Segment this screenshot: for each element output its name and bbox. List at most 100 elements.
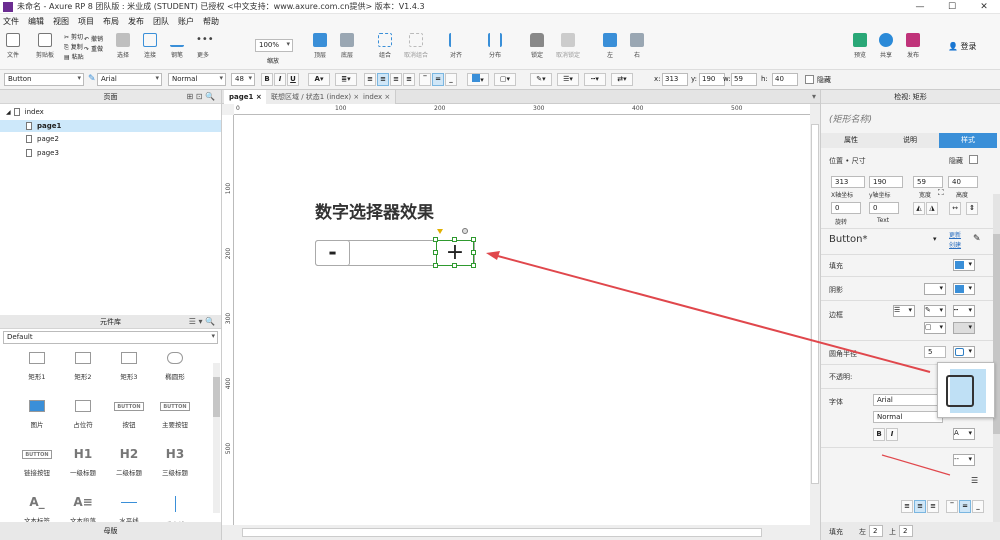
redo-button[interactable]: ↷ 重做 <box>84 45 103 55</box>
italic-button[interactable]: I <box>274 73 286 86</box>
file-button[interactable]: 文件 <box>6 33 20 59</box>
bring-front-button[interactable]: 顶层 <box>313 33 327 59</box>
tab-properties[interactable]: 属性 <box>821 133 881 148</box>
pages-panel-actions[interactable]: ⊞ ⊡ 🔍 <box>187 92 215 101</box>
weight-select[interactable]: Normal <box>168 73 226 86</box>
maximize-button[interactable]: ☐ <box>936 0 968 14</box>
menu-project[interactable]: 项目 <box>78 16 94 27</box>
menu-help[interactable]: 帮助 <box>203 16 219 27</box>
library-widget[interactable]: 矩形1 <box>12 349 62 381</box>
inspector-valign-top[interactable]: ‾ <box>946 500 958 513</box>
menu-edit[interactable]: 编辑 <box>28 16 44 27</box>
library-widget[interactable]: BUTTON 按钮 <box>104 397 154 429</box>
library-widget[interactable]: H1 一级标题 <box>58 445 108 477</box>
border-color-picker[interactable]: ✎ <box>924 305 946 317</box>
close-icon[interactable]: × <box>384 93 390 101</box>
corner-radius-handle[interactable] <box>437 229 443 234</box>
resize-handle[interactable] <box>452 237 457 242</box>
shape-name-input[interactable]: (矩形名称) <box>829 112 872 125</box>
menu-layout[interactable]: 布局 <box>103 16 119 27</box>
library-widget[interactable]: A≡ 文本段落 <box>58 493 108 525</box>
login-button[interactable]: 👤 登录 <box>948 41 977 52</box>
library-widget[interactable]: A_ 文本标签 <box>12 493 62 525</box>
copy-button[interactable]: ⎘ 复制 <box>64 43 84 53</box>
hidden-checkbox[interactable] <box>805 75 814 84</box>
canvas-hscroll-thumb[interactable] <box>242 528 762 537</box>
bullet-list-icon[interactable]: ☰ <box>971 476 978 485</box>
valign-middle-button[interactable]: = <box>432 73 444 86</box>
design-canvas[interactable]: 数字选择器效果 - + <box>234 115 810 525</box>
inspector-h-input[interactable]: 40 <box>948 176 978 188</box>
library-widget[interactable]: 矩形3 <box>104 349 154 381</box>
rotate-input[interactable]: 0 <box>831 202 861 214</box>
border-width-picker[interactable]: ☰ <box>893 305 915 317</box>
fit-height-button[interactable]: ⇕ <box>966 202 978 215</box>
arrow-picker[interactable] <box>953 322 975 334</box>
library-scrollbar[interactable] <box>213 363 220 513</box>
border-style-picker[interactable]: ┅ <box>953 305 975 317</box>
font-select[interactable]: Arial <box>97 73 162 86</box>
page-tree-item[interactable]: page3 <box>26 149 59 157</box>
inspector-valign-middle[interactable]: = <box>959 500 971 513</box>
inspector-font-select[interactable]: Arial <box>873 394 943 406</box>
style-name[interactable]: Button* <box>829 234 868 245</box>
resize-handle[interactable] <box>471 263 476 268</box>
undo-button[interactable]: ↶ 撤销 <box>84 35 103 45</box>
padding-left-input[interactable]: 2 <box>869 525 883 537</box>
h-input[interactable]: 40 <box>772 73 798 86</box>
clipboard-button[interactable]: 剪贴板 <box>36 33 54 59</box>
line-width-button[interactable]: ☰▾ <box>557 73 579 86</box>
fill-color-button[interactable]: ▾ <box>467 73 489 86</box>
text-highlight-button[interactable]: ≣▾ <box>335 73 357 86</box>
rotate-handle[interactable] <box>462 228 468 234</box>
style-edit-icon[interactable]: ✎ <box>88 74 96 84</box>
tabs-menu-icon[interactable]: ▾ <box>812 92 816 101</box>
inspector-y-input[interactable]: 190 <box>869 176 903 188</box>
library-widget[interactable]: 占位符 <box>58 397 108 429</box>
flip-vertical-button[interactable]: ◮ <box>926 202 938 215</box>
create-style-link[interactable]: 创建 <box>949 240 961 249</box>
inspector-align-center[interactable]: ≡ <box>914 500 926 513</box>
align-left-button[interactable]: ≡ <box>364 73 376 86</box>
preview-button[interactable]: 预览 <box>853 33 867 59</box>
style-dropdown-icon[interactable]: ▾ <box>933 235 937 243</box>
cut-button[interactable]: ✂ 剪切 <box>64 33 84 43</box>
resize-handle[interactable] <box>471 250 476 255</box>
valign-top-button[interactable]: ‾ <box>419 73 431 86</box>
justify-button[interactable]: ≡ <box>403 73 415 86</box>
inspector-font-color-picker[interactable]: A <box>953 428 975 440</box>
page-tree-item[interactable]: page1 <box>0 120 221 132</box>
edit-style-icon[interactable]: ✎ <box>973 234 981 244</box>
line-style-button[interactable]: ┅▾ <box>584 73 606 86</box>
menu-team[interactable]: 团队 <box>153 16 169 27</box>
menu-file[interactable]: 文件 <box>3 16 19 27</box>
library-select[interactable]: Default <box>3 331 218 344</box>
padding-top-input[interactable]: 2 <box>899 525 913 537</box>
resize-handle[interactable] <box>433 250 438 255</box>
canvas-heading[interactable]: 数字选择器效果 <box>315 198 434 223</box>
inspector-hidden-checkbox[interactable] <box>969 155 978 164</box>
menu-account[interactable]: 账户 <box>178 16 194 27</box>
send-back-button[interactable]: 底层 <box>340 33 354 59</box>
left-button[interactable]: 左 <box>603 33 617 59</box>
font-color-button[interactable]: A▾ <box>308 73 330 86</box>
text-rotate-input[interactable]: 0 <box>869 202 899 214</box>
corner-radius-picker[interactable] <box>953 346 975 358</box>
arrow-style-button[interactable]: ⇄▾ <box>611 73 633 86</box>
style-select[interactable]: Button <box>4 73 84 86</box>
zoom-select[interactable]: 100% <box>255 39 293 52</box>
right-button[interactable]: 右 <box>630 33 644 59</box>
library-widget[interactable]: 矩形2 <box>58 349 108 381</box>
canvas-vertical-scrollbar[interactable] <box>810 104 820 525</box>
pen-button[interactable]: 钢笔 <box>170 33 184 59</box>
inspector-align-right[interactable]: ≡ <box>927 500 939 513</box>
outer-shadow-picker[interactable] <box>924 283 946 295</box>
align-right-button[interactable]: ≡ <box>390 73 402 86</box>
page-tree-root[interactable]: ◢ index <box>6 108 44 116</box>
border-visibility-picker[interactable]: ▢ <box>924 322 946 334</box>
unlock-button[interactable]: 取消锁定 <box>556 33 580 59</box>
library-widget[interactable]: BUTTON 链接按钮 <box>12 445 62 477</box>
y-input[interactable]: 190 <box>699 73 725 86</box>
more-button[interactable]: ••• 更多 <box>196 33 214 59</box>
group-button[interactable]: 组合 <box>378 33 392 59</box>
